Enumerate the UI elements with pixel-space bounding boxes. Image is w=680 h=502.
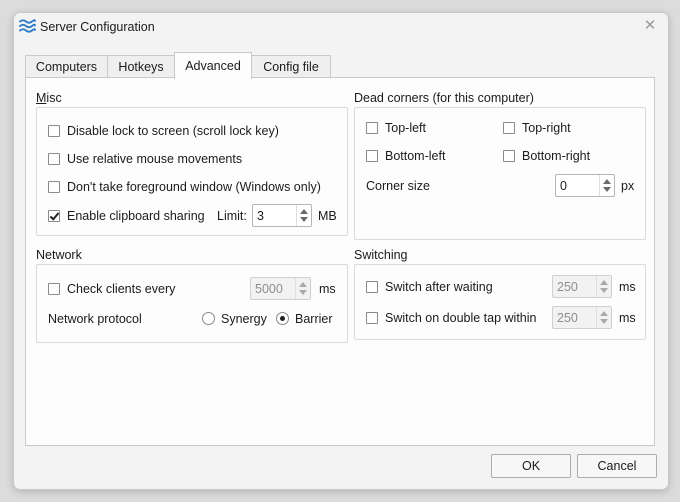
spin-down-icon[interactable] — [603, 187, 611, 192]
clipboard-limit-spinbox[interactable]: 3 — [252, 204, 312, 227]
spin-up-icon[interactable] — [603, 179, 611, 184]
disable-lock-label: Disable lock to screen (scroll lock key) — [67, 124, 279, 138]
top-right-checkbox[interactable] — [503, 122, 515, 134]
foreground-label: Don't take foreground window (Windows on… — [67, 180, 321, 194]
top-right-label: Top-right — [522, 121, 571, 135]
barrier-radio[interactable] — [276, 312, 289, 325]
foreground-checkbox[interactable] — [48, 181, 60, 193]
corner-size-label: Corner size — [366, 179, 430, 193]
tab-advanced[interactable]: Advanced — [174, 52, 252, 79]
switch-after-waiting-checkbox[interactable] — [366, 281, 378, 293]
spin-arrows[interactable] — [599, 175, 614, 196]
corner-size-unit: px — [621, 179, 635, 193]
spin-down-icon[interactable] — [300, 217, 308, 222]
corner-size-value: 0 — [560, 179, 567, 193]
switching-group: Switch after waiting 250 ms Switch on do… — [354, 264, 646, 340]
top-left-label: Top-left — [385, 121, 426, 135]
bottom-left-label: Bottom-left — [385, 149, 446, 163]
corner-size-spinbox[interactable]: 0 — [555, 174, 615, 197]
check-clients-label: Check clients every — [67, 282, 176, 296]
spin-arrows[interactable] — [295, 278, 310, 299]
relative-mouse-checkbox[interactable] — [48, 153, 60, 165]
dead-corners-group: Top-left Top-right Bottom-left Bottom-ri… — [354, 107, 646, 240]
tab-computers[interactable]: Computers — [25, 55, 108, 77]
spin-up-icon[interactable] — [300, 209, 308, 214]
switch-after-waiting-spinbox[interactable]: 250 — [552, 275, 612, 298]
barrier-label: Barrier — [295, 312, 333, 326]
window-title: Server Configuration — [40, 20, 155, 34]
spin-up-icon[interactable] — [600, 280, 608, 285]
server-configuration-window: Server Configuration ✕ Computers Hotkeys… — [13, 12, 669, 490]
switch-after-waiting-unit: ms — [619, 280, 636, 294]
switch-after-waiting-label: Switch after waiting — [385, 280, 493, 294]
spin-down-icon[interactable] — [600, 319, 608, 324]
switch-double-tap-label: Switch on double tap within — [385, 311, 537, 325]
switch-after-waiting-value: 250 — [557, 280, 578, 294]
top-left-checkbox[interactable] — [366, 122, 378, 134]
synergy-radio[interactable] — [202, 312, 215, 325]
tab-config-file[interactable]: Config file — [251, 55, 331, 77]
tab-hotkeys[interactable]: Hotkeys — [107, 55, 175, 77]
check-clients-checkbox[interactable] — [48, 283, 60, 295]
network-group-label: Network — [36, 248, 82, 262]
check-clients-spinbox[interactable]: 5000 — [250, 277, 311, 300]
switching-group-label: Switching — [354, 248, 408, 262]
limit-label: Limit: — [217, 209, 247, 223]
check-clients-unit: ms — [319, 282, 336, 296]
bottom-left-checkbox[interactable] — [366, 150, 378, 162]
synergy-label: Synergy — [221, 312, 267, 326]
misc-group: Disable lock to screen (scroll lock key)… — [36, 107, 348, 236]
misc-label-rest: isc — [46, 91, 62, 105]
clipboard-label: Enable clipboard sharing — [67, 209, 205, 223]
check-clients-value: 5000 — [255, 282, 283, 296]
spin-arrows[interactable] — [596, 307, 611, 328]
network-group: Check clients every 5000 ms Network prot… — [36, 264, 348, 343]
network-protocol-label: Network protocol — [48, 312, 142, 326]
relative-mouse-label: Use relative mouse movements — [67, 152, 243, 166]
title-bar: Server Configuration ✕ — [14, 13, 668, 41]
clipboard-limit-value: 3 — [257, 209, 264, 223]
disable-lock-checkbox[interactable] — [48, 125, 60, 137]
spin-up-icon[interactable] — [299, 282, 307, 287]
switch-double-tap-checkbox[interactable] — [366, 312, 378, 324]
spin-down-icon[interactable] — [600, 288, 608, 293]
misc-group-label: Misc — [36, 91, 62, 105]
spin-up-icon[interactable] — [600, 311, 608, 316]
limit-unit: MB — [318, 209, 337, 223]
switch-double-tap-value: 250 — [557, 311, 578, 325]
clipboard-checkbox[interactable] — [48, 210, 60, 222]
bottom-right-checkbox[interactable] — [503, 150, 515, 162]
spin-arrows[interactable] — [296, 205, 311, 226]
spin-down-icon[interactable] — [299, 290, 307, 295]
switch-double-tap-spinbox[interactable]: 250 — [552, 306, 612, 329]
barrier-waves-icon — [18, 17, 36, 35]
ok-button[interactable]: OK — [491, 454, 571, 478]
cancel-button[interactable]: Cancel — [577, 454, 657, 478]
dead-corners-group-label: Dead corners (for this computer) — [354, 91, 534, 105]
switch-double-tap-unit: ms — [619, 311, 636, 325]
bottom-right-label: Bottom-right — [522, 149, 591, 163]
close-icon[interactable]: ✕ — [640, 16, 660, 36]
spin-arrows[interactable] — [596, 276, 611, 297]
advanced-panel: Misc Disable lock to screen (scroll lock… — [25, 77, 655, 446]
